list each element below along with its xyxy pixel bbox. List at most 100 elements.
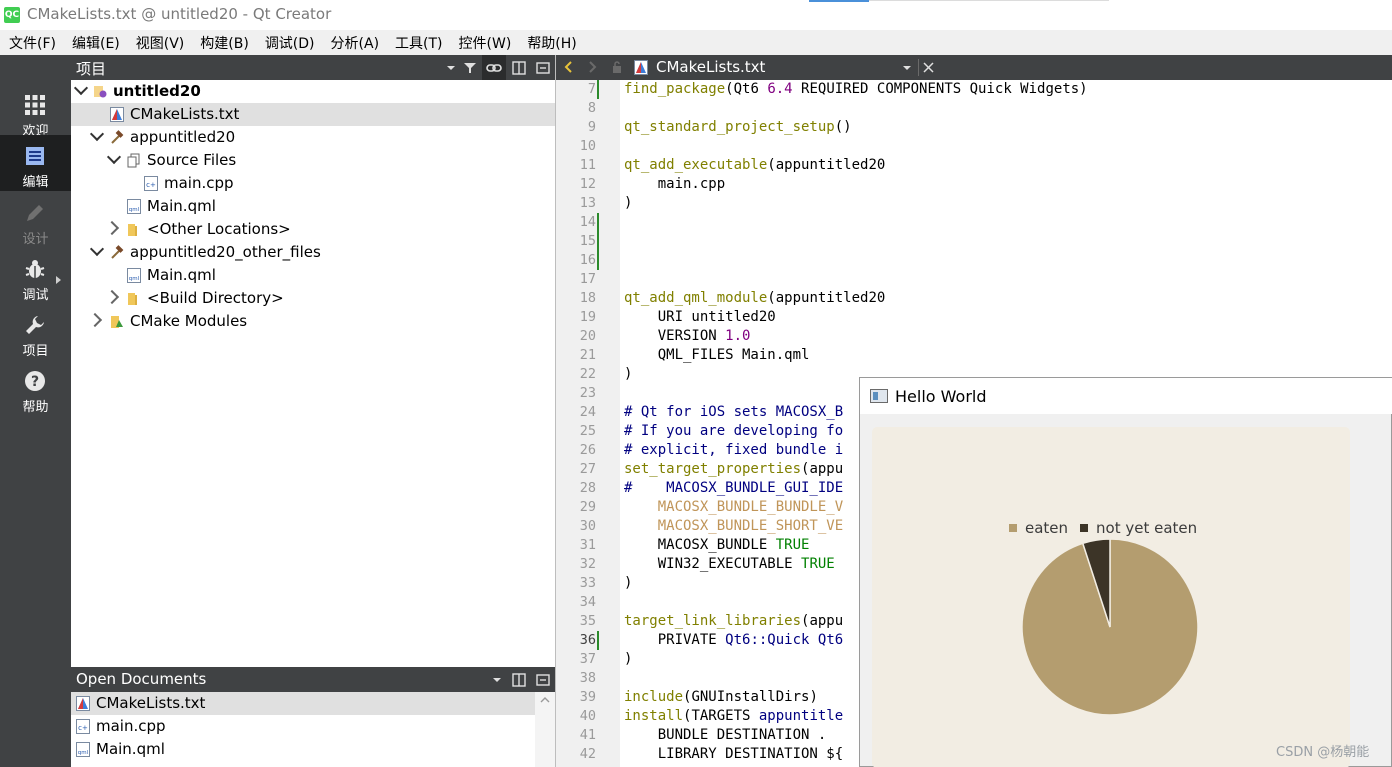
open-documents-list: CMakeLists.txt c+ main.cpp qml Main.qml xyxy=(71,692,555,767)
close-pane-icon[interactable] xyxy=(535,60,551,76)
code-line: # MACOSX_BUNDLE_GUI_IDE xyxy=(624,480,843,499)
chevron-down-icon[interactable] xyxy=(106,149,122,165)
line-number: 21 xyxy=(579,347,596,363)
menu-widgets[interactable]: 控件(W) xyxy=(443,30,512,55)
tree-item-project[interactable]: untitled20 xyxy=(71,80,555,103)
menu-analyze[interactable]: 分析(A) xyxy=(315,30,380,55)
open-documents-scrollbar[interactable] xyxy=(535,692,555,767)
back-arrow-icon[interactable] xyxy=(562,60,576,74)
line-number: 24 xyxy=(579,404,596,420)
qml-file-icon: qml xyxy=(127,268,141,283)
hammer-icon xyxy=(111,130,124,144)
close-file-icon[interactable] xyxy=(922,61,935,74)
tree-item-other-files[interactable]: appuntitled20_other_files xyxy=(71,241,555,264)
menu-debug[interactable]: 调试(D) xyxy=(249,30,315,55)
line-number: 19 xyxy=(579,309,596,325)
chevron-right-icon[interactable] xyxy=(87,312,103,328)
open-doc-cmakelists[interactable]: CMakeLists.txt xyxy=(71,692,535,715)
code-line: qt_add_qml_module(appuntitled20 xyxy=(624,290,885,309)
open-doc-main-qml[interactable]: qml Main.qml xyxy=(71,738,535,761)
line-number: 36 xyxy=(579,632,596,648)
expand-arrow-icon[interactable] xyxy=(56,276,61,284)
code-token: # If you are developing fo xyxy=(624,423,844,439)
code-token: TRUE xyxy=(801,556,835,572)
tree-item-cmake-modules[interactable]: CMake Modules xyxy=(71,310,555,333)
forward-arrow-icon[interactable] xyxy=(585,60,599,74)
code-token: (Qt6 xyxy=(725,81,768,97)
svg-text:?: ? xyxy=(31,374,39,390)
hello-world-window[interactable]: Hello World eaten not yet eaten xyxy=(859,377,1392,767)
chevron-right-icon[interactable] xyxy=(104,220,120,236)
line-number: 16 xyxy=(579,252,596,268)
sync-toggle[interactable] xyxy=(482,55,506,80)
editor-file-name[interactable]: CMakeLists.txt xyxy=(656,58,765,76)
mode-projects[interactable]: 项目 xyxy=(0,304,71,360)
menu-file[interactable]: 文件(F) xyxy=(0,30,56,55)
project-tree: untitled20 CMakeLists.txt appuntitled20 … xyxy=(71,80,555,667)
code-token: # explicit, fixed bundle i xyxy=(624,442,844,458)
pencil-icon xyxy=(27,205,43,221)
chevron-down-icon[interactable] xyxy=(89,126,105,142)
line-number: 27 xyxy=(579,461,596,477)
filter-icon[interactable] xyxy=(462,60,478,76)
cpp-file-icon: c+ xyxy=(144,176,158,191)
menu-view[interactable]: 视图(V) xyxy=(120,30,185,55)
mode-welcome[interactable]: 欢迎 xyxy=(0,84,71,140)
window-app-icon xyxy=(870,389,888,403)
split-icon[interactable] xyxy=(511,60,527,76)
dropdown-arrow-icon[interactable] xyxy=(443,60,459,76)
line-number: 22 xyxy=(579,366,596,382)
code-token: URI untitled20 xyxy=(624,309,776,325)
menu-edit[interactable]: 编辑(E) xyxy=(56,30,120,55)
tree-item-label: Main.qml xyxy=(147,266,216,284)
line-number: 11 xyxy=(579,157,596,173)
line-number: 26 xyxy=(579,442,596,458)
line-number: 8 xyxy=(587,100,596,116)
tree-item-main-cpp[interactable]: c+ main.cpp xyxy=(71,172,555,195)
open-documents-header: Open Documents xyxy=(71,667,555,692)
line-number: 32 xyxy=(579,556,596,572)
code-token: (appuntitled20 xyxy=(767,157,886,173)
lock-icon[interactable] xyxy=(610,60,624,74)
tree-item-main-qml[interactable]: qml Main.qml xyxy=(71,195,555,218)
link-icon xyxy=(486,64,502,72)
tree-item-other-locations[interactable]: <Other Locations> xyxy=(71,218,555,241)
menu-tools[interactable]: 工具(T) xyxy=(379,30,442,55)
hello-world-title: Hello World xyxy=(895,387,987,406)
chevron-down-icon[interactable] xyxy=(73,80,89,96)
code-line: MACOSX_BUNDLE_SHORT_VE xyxy=(624,518,843,537)
mode-bar-header xyxy=(0,55,71,80)
code-token: VERSION xyxy=(624,328,726,344)
chevron-right-icon[interactable] xyxy=(104,289,120,305)
mode-debug[interactable]: 调试 xyxy=(0,248,71,304)
project-root-icon xyxy=(94,86,107,98)
mode-design[interactable]: 设计 xyxy=(0,192,71,248)
dropdown-arrow-icon[interactable] xyxy=(489,672,505,688)
line-number: 34 xyxy=(579,594,596,610)
code-token: QML_FILES Main.qml xyxy=(624,347,810,363)
tree-item-source-files[interactable]: Source Files xyxy=(71,149,555,172)
split-icon[interactable] xyxy=(511,672,527,688)
file-dropdown-icon[interactable] xyxy=(899,60,915,76)
code-token: Qt6::Quick xyxy=(725,632,810,648)
scroll-up-icon[interactable] xyxy=(539,696,551,704)
code-line: WIN32_EXECUTABLE TRUE xyxy=(624,556,835,575)
mode-edit[interactable]: 编辑 xyxy=(0,135,71,191)
tree-item-cmakelists[interactable]: CMakeLists.txt xyxy=(71,103,555,126)
menu-build[interactable]: 构建(B) xyxy=(184,30,249,55)
line-number: 13 xyxy=(579,195,596,211)
open-doc-label: Main.qml xyxy=(96,740,165,758)
code-line: ) xyxy=(624,651,632,670)
menu-help[interactable]: 帮助(H) xyxy=(511,30,576,55)
tree-item-main-qml-2[interactable]: qml Main.qml xyxy=(71,264,555,287)
tree-item-build-directory[interactable]: <Build Directory> xyxy=(71,287,555,310)
open-doc-main-cpp[interactable]: c+ main.cpp xyxy=(71,715,535,738)
mode-label: 项目 xyxy=(22,344,49,359)
line-number-gutter: 7 8 9 10 11 12 13 14 15 16 17 18 19 20 21 22 23 24 25 26 27 2… xyxy=(556,80,620,767)
tree-item-target-app[interactable]: appuntitled20 xyxy=(71,126,555,149)
code-line: URI untitled20 xyxy=(624,309,776,328)
mode-help[interactable]: ? 帮助 xyxy=(0,360,71,416)
close-pane-icon[interactable] xyxy=(535,672,551,688)
chevron-down-icon[interactable] xyxy=(89,241,105,257)
hello-world-title-bar[interactable]: Hello World xyxy=(860,378,1392,414)
